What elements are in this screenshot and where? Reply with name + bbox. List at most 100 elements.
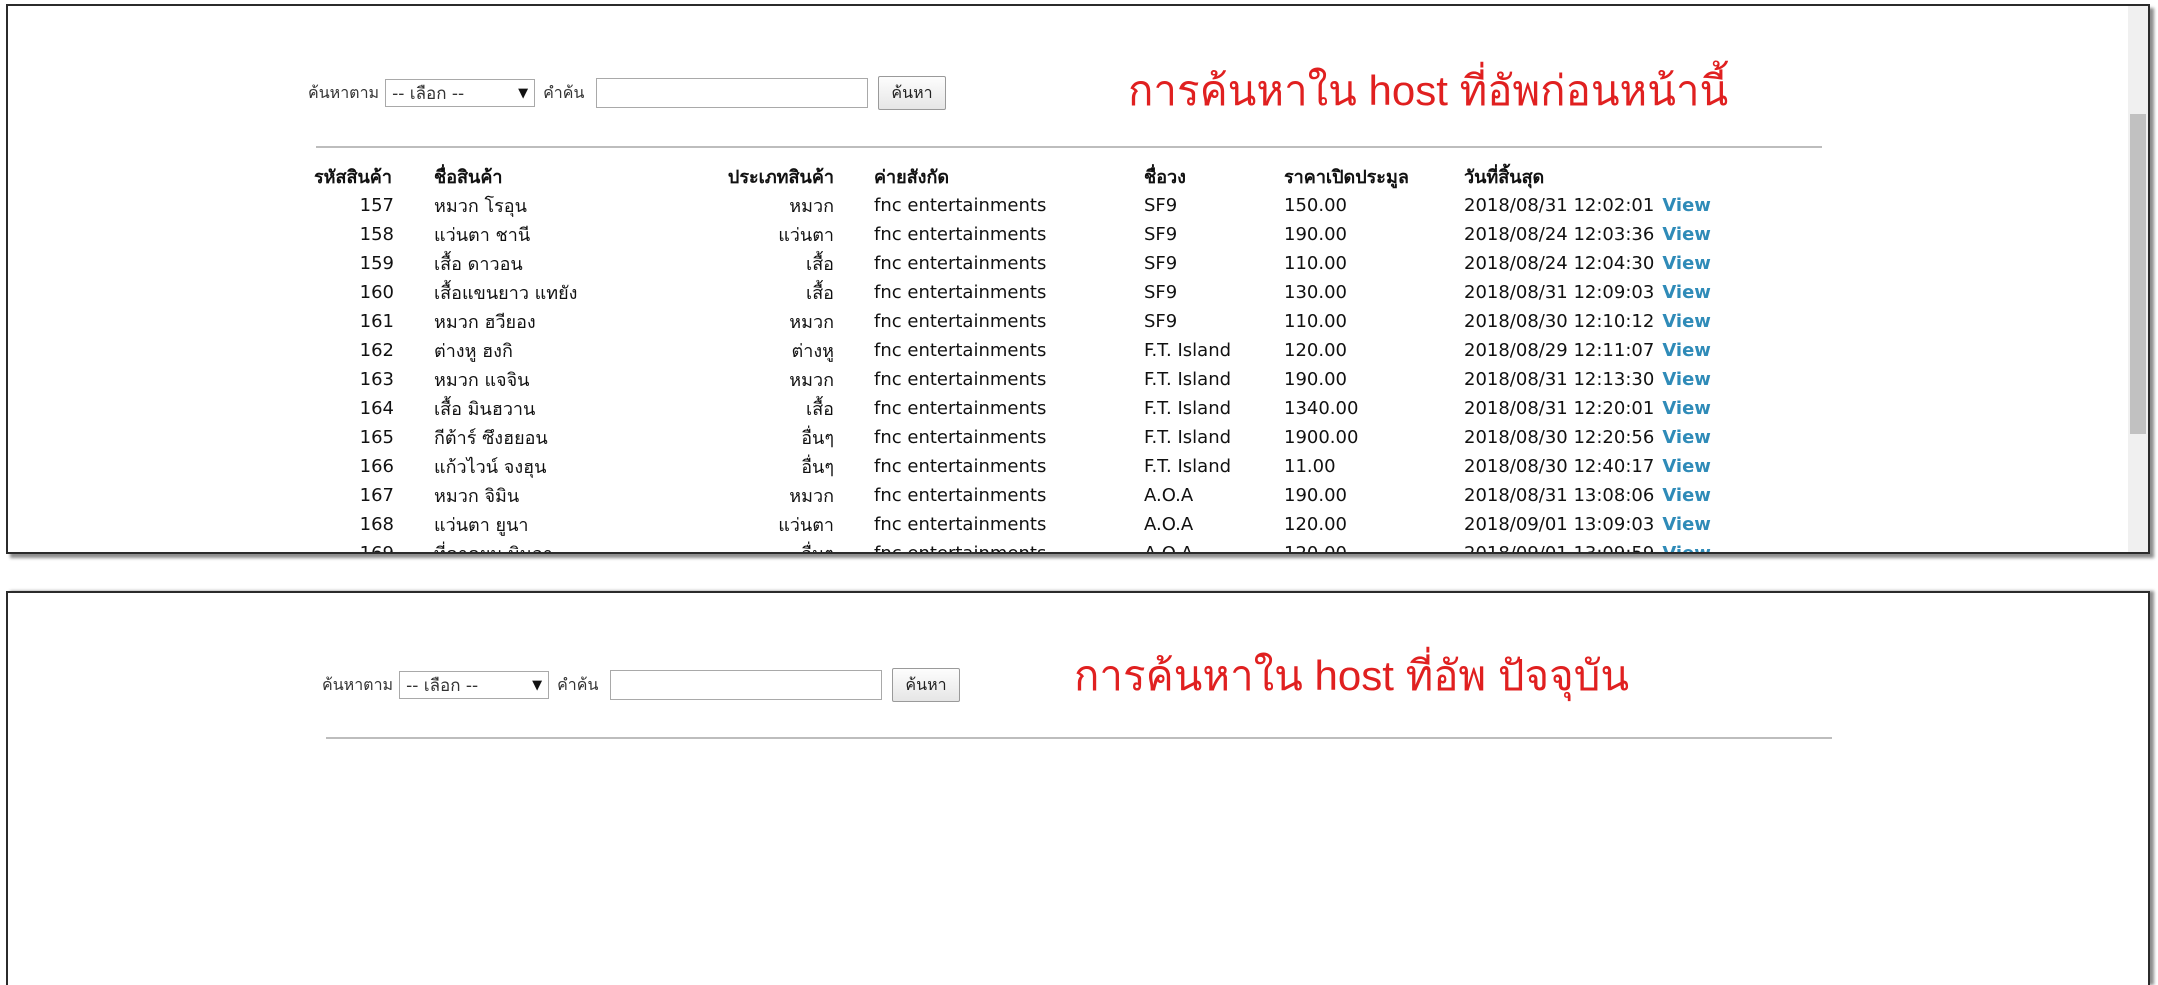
cell-band: SF9	[1144, 278, 1284, 307]
view-link[interactable]: View	[1662, 195, 1711, 216]
cell-text: 2018/08/31 12:09:03	[1464, 282, 1655, 303]
cell-product-type: หมวก	[710, 481, 874, 510]
cell-text: 190.00	[1284, 224, 1347, 245]
table-row: 161 หมวก ฮวียอง หมวก fnc entertainments SF9 1…	[314, 307, 1794, 336]
cell-label: fnc entertainments	[874, 452, 1144, 481]
table-row: 168 แว่นตา ยูนา แว่นตา fnc entertainments A.…	[314, 510, 1794, 539]
keyword-label: คำค้น	[543, 82, 585, 102]
cell-text: fnc entertainments	[874, 485, 1047, 506]
keyword-input[interactable]	[596, 78, 869, 108]
divider	[326, 737, 1832, 739]
cell-text: 163	[359, 369, 394, 390]
cell-text: fnc entertainments	[874, 427, 1047, 448]
divider	[316, 146, 1822, 148]
cell-start-price: 120.00	[1284, 510, 1464, 539]
cell-text: 150.00	[1284, 195, 1347, 216]
view-link[interactable]: View	[1662, 456, 1711, 477]
table-row: 166 แก้วไวน์ จงฮุน อื่นๆ fnc entertainments…	[314, 452, 1794, 481]
cell-text: แว่นตา	[778, 515, 834, 536]
keyword-input[interactable]	[610, 670, 883, 700]
cell-text: 2018/08/29 12:11:07	[1464, 340, 1655, 361]
cell-start-price: 1900.00	[1284, 423, 1464, 452]
cell-product-name: แว่นตา ยูนา	[434, 510, 710, 539]
table-row: 157 หมวก โรอุน หมวก fnc entertainments SF9 15…	[314, 191, 1794, 220]
view-link[interactable]: View	[1662, 514, 1711, 535]
cell-text: 190.00	[1284, 485, 1347, 506]
cell-start-price: 1340.00	[1284, 394, 1464, 423]
view-link[interactable]: View	[1662, 543, 1711, 552]
cell-start-price: 110.00	[1284, 249, 1464, 278]
cell-text: ต่างหู	[791, 341, 834, 362]
cell-product-name: หมวก แจจิน	[434, 365, 710, 394]
view-link[interactable]: View	[1662, 282, 1711, 303]
product-rows: 157 หมวก โรอุน หมวก fnc entertainments SF9 15…	[314, 191, 1794, 554]
search-by-selected-value: -- เลือก --	[406, 675, 479, 696]
cell-text: F.T. Island	[1144, 369, 1232, 390]
cell-text: อื่นๆ	[801, 428, 834, 449]
view-link[interactable]: View	[1662, 311, 1711, 332]
cell-end-date: 2018/08/31 12:20:01 View	[1464, 394, 1794, 423]
annotation-previous-host: การค้นหาใน host ที่อัพก่อนหน้านี้	[1128, 67, 1729, 114]
scrollbar-thumb[interactable]	[2130, 114, 2146, 434]
search-by-label: ค้นหาตาม	[322, 674, 394, 694]
cell-text: 159	[359, 253, 394, 274]
view-link[interactable]: View	[1662, 398, 1711, 419]
search-by-label: ค้นหาตาม	[308, 82, 380, 102]
previous-host-screenshot: ค้นหาตาม -- เลือก -- ▼ คำค้น ค้นหา การค้…	[6, 4, 2150, 554]
cell-product-name: กีต้าร์ ซึงฮยอน	[434, 423, 710, 452]
header-col-product-name: ชื่อสินค้า	[434, 167, 503, 188]
cell-text: 190.00	[1284, 369, 1347, 390]
cell-text: fnc entertainments	[874, 282, 1047, 303]
table-row: 158 แว่นตา ชานี แว่นตา fnc entertainments SF…	[314, 220, 1794, 249]
cell-text: A.O.A	[1144, 543, 1194, 554]
cell-text: 130.00	[1284, 282, 1347, 303]
cell-product-id: 164	[314, 394, 434, 423]
cell-text: เสื้อ มินฮวาน	[434, 399, 536, 420]
cell-product-id: 157	[314, 191, 434, 220]
view-link[interactable]: View	[1662, 485, 1711, 506]
view-link[interactable]: View	[1662, 369, 1711, 390]
view-link[interactable]: View	[1662, 340, 1711, 361]
cell-text: อื่นๆ	[801, 457, 834, 478]
cell-label: fnc entertainments	[874, 539, 1144, 552]
cell-text: 2018/09/01 13:09:59	[1464, 543, 1655, 554]
search-by-select[interactable]: -- เลือก -- ▼	[385, 79, 536, 107]
view-link[interactable]: View	[1662, 253, 1711, 274]
view-link[interactable]: View	[1662, 427, 1711, 448]
dropdown-arrow-icon: ▼	[532, 677, 543, 693]
cell-text: F.T. Island	[1144, 456, 1232, 477]
vertical-scrollbar[interactable]	[2128, 6, 2148, 552]
cell-text: fnc entertainments	[874, 398, 1047, 419]
search-bar: ค้นหาตาม -- เลือก -- ▼ คำค้น ค้นหา	[308, 76, 946, 110]
table-row: 169 ที่คาดผม มินอา อื่นๆ fnc entertainments…	[314, 539, 1794, 554]
cell-text: SF9	[1144, 195, 1178, 216]
cell-text: F.T. Island	[1144, 427, 1232, 448]
cell-text: SF9	[1144, 282, 1178, 303]
cell-text: 2018/08/31 13:08:06	[1464, 485, 1655, 506]
cell-text: แว่นตา	[778, 225, 834, 246]
cell-text: เสื้อ ดาวอน	[434, 254, 523, 275]
cell-product-type: ต่างหู	[710, 336, 874, 365]
view-link[interactable]: View	[1662, 224, 1711, 245]
cell-text: 2018/08/31 12:02:01	[1464, 195, 1655, 216]
cell-start-price: 190.00	[1284, 220, 1464, 249]
search-by-select[interactable]: -- เลือก -- ▼	[399, 671, 550, 699]
search-button[interactable]: ค้นหา	[878, 76, 946, 110]
cell-label: fnc entertainments	[874, 510, 1144, 539]
cell-band: SF9	[1144, 191, 1284, 220]
cell-product-type: หมวก	[710, 365, 874, 394]
cell-product-type: เสื้อ	[710, 249, 874, 278]
cell-product-id: 161	[314, 307, 434, 336]
cell-product-name: แก้วไวน์ จงฮุน	[434, 452, 710, 481]
search-bar: ค้นหาตาม -- เลือก -- ▼ คำค้น ค้นหา	[322, 668, 960, 702]
cell-end-date: 2018/08/30 12:10:12 View	[1464, 307, 1794, 336]
cell-text: 1340.00	[1284, 398, 1359, 419]
cell-product-id: 166	[314, 452, 434, 481]
cell-band: SF9	[1144, 220, 1284, 249]
cell-text: 165	[359, 427, 394, 448]
table-header-row: รหัสสินค้า ชื่อสินค้า ประเภทสินค้า ค่ายสังก…	[314, 162, 1794, 191]
cell-product-name: แว่นตา ชานี	[434, 220, 710, 249]
cell-product-type: หมวก	[710, 307, 874, 336]
search-button[interactable]: ค้นหา	[892, 668, 960, 702]
cell-product-id: 169	[314, 539, 434, 552]
